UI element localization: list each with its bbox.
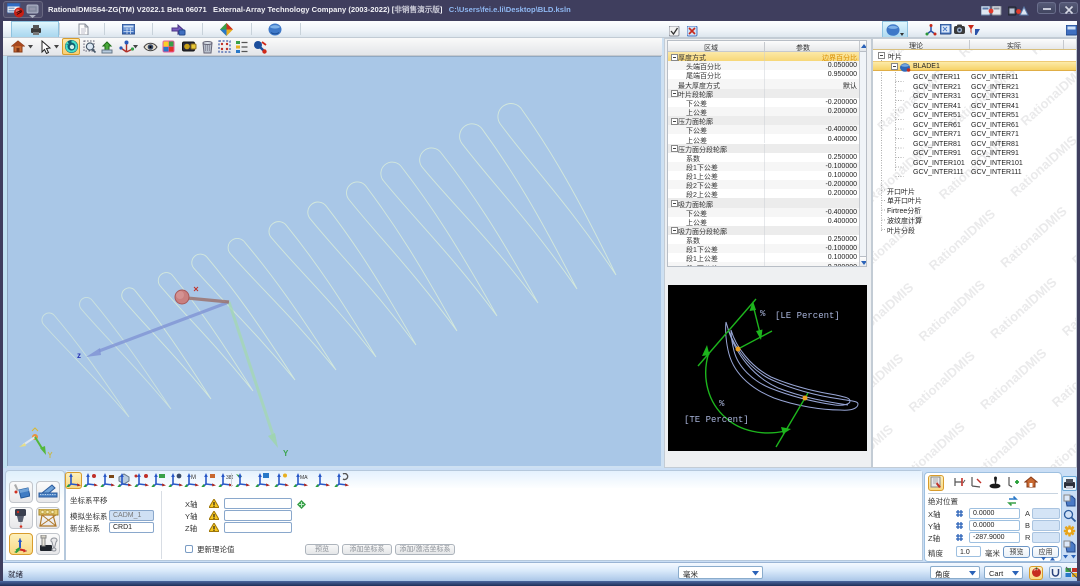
- svg-text:%: %: [719, 399, 725, 409]
- svg-text:Y: Y: [283, 449, 289, 458]
- svg-text:M: M: [191, 475, 196, 481]
- svg-text:[TE Percent]: [TE Percent]: [684, 415, 749, 425]
- svg-text:MAP: MAP: [300, 475, 308, 481]
- svg-text:[LE Percent]: [LE Percent]: [775, 311, 840, 321]
- svg-text:z: z: [77, 351, 81, 360]
- svg-text:%: %: [760, 309, 766, 319]
